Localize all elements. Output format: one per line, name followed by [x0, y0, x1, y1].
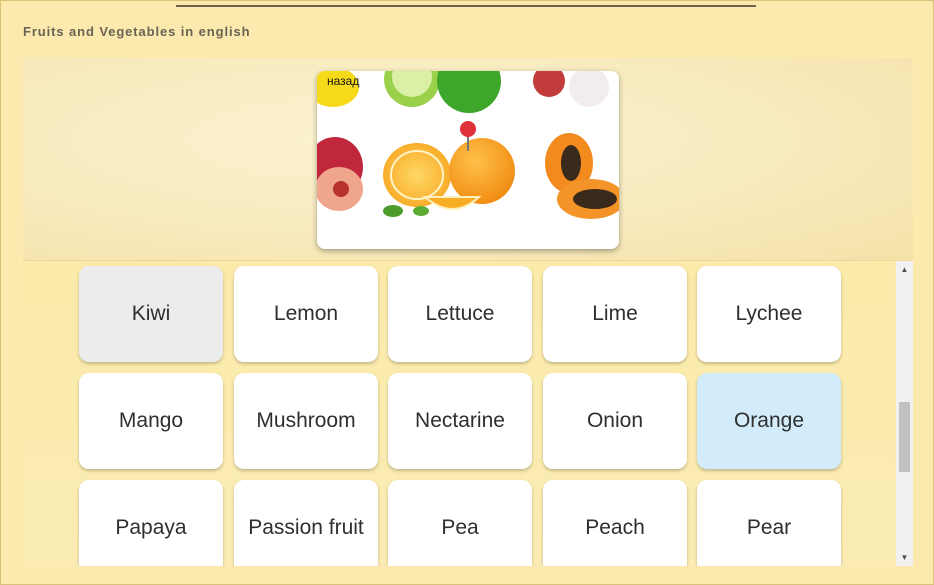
green-apple-shape — [437, 71, 501, 113]
scroll-up-icon[interactable]: ▲ — [896, 261, 913, 278]
tile-orange[interactable]: Orange — [697, 373, 841, 469]
tile-lemon[interactable]: Lemon — [234, 266, 378, 362]
scroll-down-icon[interactable]: ▼ — [896, 549, 913, 566]
tile-lettuce[interactable]: Lettuce — [388, 266, 532, 362]
tile-pea[interactable]: Pea — [388, 480, 532, 566]
fruit-image-card[interactable]: назад — [317, 71, 619, 249]
page-title: Fruits and Vegetables in english — [23, 24, 251, 39]
lychee-shape — [533, 71, 565, 97]
tile-lime[interactable]: Lime — [543, 266, 687, 362]
tile-onion[interactable]: Onion — [543, 373, 687, 469]
tile-pear[interactable]: Pear — [697, 480, 841, 566]
app-window: Fruits and Vegetables in english назад K… — [0, 0, 934, 585]
tile-kiwi[interactable]: Kiwi — [79, 266, 223, 362]
tile-mushroom[interactable]: Mushroom — [234, 373, 378, 469]
vertical-scrollbar[interactable]: ▲ ▼ — [896, 261, 913, 566]
lychee-peeled-shape — [569, 71, 609, 107]
back-label[interactable]: назад — [327, 74, 359, 88]
scroll-thumb[interactable] — [899, 402, 910, 472]
tile-papaya[interactable]: Papaya — [79, 480, 223, 566]
word-grid: Kiwi Lemon Lettuce Lime Lychee Mango Mus… — [23, 261, 895, 566]
tile-nectarine[interactable]: Nectarine — [388, 373, 532, 469]
tile-passion-fruit[interactable]: Passion fruit — [234, 480, 378, 566]
orange-image — [317, 71, 619, 219]
tile-lychee[interactable]: Lychee — [697, 266, 841, 362]
tile-mango[interactable]: Mango — [79, 373, 223, 469]
top-divider — [176, 5, 756, 7]
pin-marker-icon — [460, 121, 476, 137]
orange-slice-shape — [422, 196, 482, 210]
tile-peach[interactable]: Peach — [543, 480, 687, 566]
orange-whole-shape — [449, 138, 515, 204]
